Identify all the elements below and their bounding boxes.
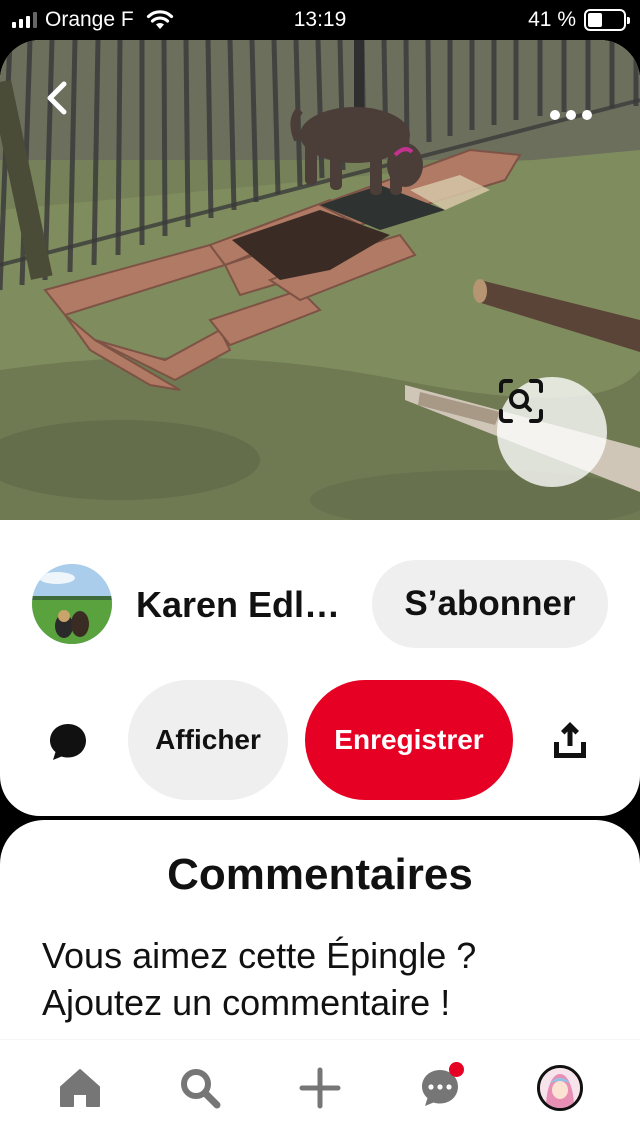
comment-bubble-icon[interactable] <box>46 720 90 764</box>
plus-icon <box>299 1067 341 1109</box>
home-icon <box>60 1069 100 1107</box>
pin-card: Karen Edl… S’abonner Afficher Enregistre… <box>0 40 640 816</box>
comments-title: Commentaires <box>167 850 473 899</box>
nav-messages[interactable] <box>416 1062 464 1112</box>
more-options-button[interactable] <box>546 100 596 130</box>
chevron-left-icon <box>47 81 67 115</box>
view-button[interactable]: Afficher <box>128 680 288 800</box>
more-dots-icon <box>582 110 592 120</box>
author-row: Karen Edl… S’abonner <box>0 560 640 650</box>
more-dots-icon <box>566 110 576 120</box>
share-upload-icon[interactable] <box>548 718 592 762</box>
visual-search-icon <box>499 379 543 423</box>
nav-search[interactable] <box>176 1064 224 1112</box>
back-button[interactable] <box>44 80 88 124</box>
comments-prompt-line1: Vous aimez cette Épingle ? <box>42 935 477 976</box>
status-right: 41 % <box>528 8 630 32</box>
bottom-nav <box>0 1040 640 1136</box>
follow-button[interactable]: S’abonner <box>372 560 608 648</box>
battery-icon <box>584 9 630 31</box>
nav-home[interactable] <box>56 1064 104 1112</box>
nav-create[interactable] <box>296 1064 344 1112</box>
save-button[interactable]: Enregistrer <box>305 680 513 800</box>
author-name[interactable]: Karen Edl… <box>136 584 340 626</box>
search-icon <box>181 1069 221 1109</box>
pin-image[interactable] <box>0 40 640 520</box>
comments-prompt[interactable]: Vous aimez cette Épingle ? Ajoutez un co… <box>42 932 602 1026</box>
comments-prompt-line2: Ajoutez un commentaire ! <box>42 982 451 1023</box>
visual-search-button[interactable] <box>497 377 607 487</box>
profile-avatar <box>537 1065 583 1111</box>
notification-dot <box>449 1062 464 1077</box>
battery-fill <box>588 13 602 27</box>
more-dots-icon <box>550 110 560 120</box>
author-avatar[interactable] <box>32 564 112 644</box>
nav-profile[interactable] <box>536 1064 584 1112</box>
status-bar: Orange F 13:19 41 % <box>0 0 640 40</box>
author-avatar-photo <box>32 564 112 644</box>
action-row: Afficher Enregistrer <box>0 680 640 800</box>
profile-avatar-art <box>540 1068 580 1108</box>
battery-percent: 41 % <box>528 8 576 31</box>
